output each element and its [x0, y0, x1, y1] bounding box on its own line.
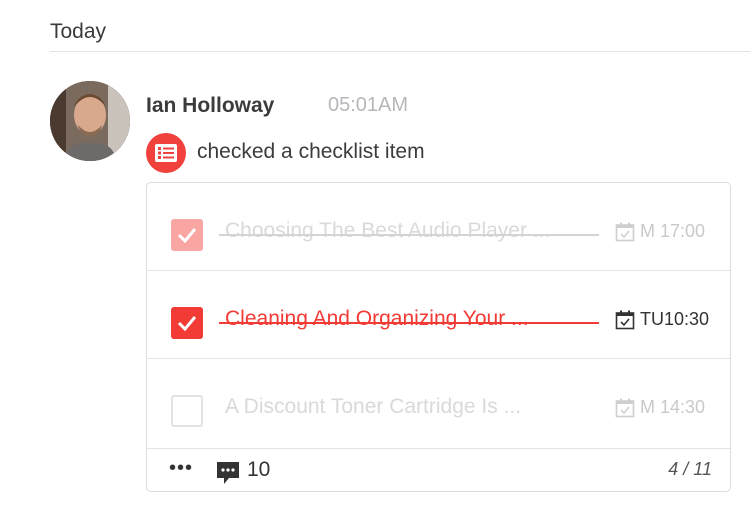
avatar-photo [50, 81, 130, 161]
checklist-item[interactable]: Cleaning And Organizing Your ... TU10:30 [147, 271, 730, 359]
due-date: M 14:30 [615, 397, 705, 418]
user-name[interactable]: Ian Holloway [146, 94, 274, 118]
checklist-item[interactable]: A Discount Toner Cartridge Is ... M 14:3… [147, 359, 730, 449]
calendar-check-icon [615, 222, 635, 241]
checklist-item-title: Cleaning And Organizing Your ... [225, 307, 529, 330]
activity-description: checked a checklist item [197, 140, 425, 163]
checklist-item[interactable]: Choosing The Best Audio Player ... M 17:… [147, 183, 730, 271]
checkbox-unchecked[interactable] [171, 395, 203, 427]
due-date: TU10:30 [615, 309, 709, 330]
day-divider [50, 51, 750, 52]
checklist-item-title: A Discount Toner Cartridge Is ... [225, 395, 522, 418]
strikethrough-line [219, 234, 599, 236]
checklist-item-title: Choosing The Best Audio Player ... [225, 219, 551, 242]
day-header: Today [50, 20, 107, 43]
card-footer: ••• 10 4 / 11 [147, 449, 730, 491]
comment-bubble-icon[interactable] [215, 460, 241, 491]
due-date: M 17:00 [615, 221, 705, 242]
avatar[interactable] [50, 81, 130, 161]
activity-time: 05:01AM [328, 94, 409, 116]
due-date-label: M 17:00 [640, 221, 706, 241]
checklist-icon [146, 133, 186, 173]
strikethrough-line [219, 322, 599, 324]
checklist-card: Choosing The Best Audio Player ... M 17:… [146, 182, 731, 492]
checklist-progress: 4 / 11 [668, 459, 712, 479]
calendar-check-icon [615, 310, 635, 329]
calendar-check-icon [615, 398, 635, 417]
checkbox-checked[interactable] [171, 307, 203, 339]
more-options-button[interactable]: ••• [169, 457, 193, 480]
checkbox-checked[interactable] [171, 219, 203, 251]
due-date-label: M 14:30 [640, 397, 706, 417]
comment-count[interactable]: 10 [247, 458, 270, 482]
due-date-label: TU10:30 [640, 309, 710, 329]
